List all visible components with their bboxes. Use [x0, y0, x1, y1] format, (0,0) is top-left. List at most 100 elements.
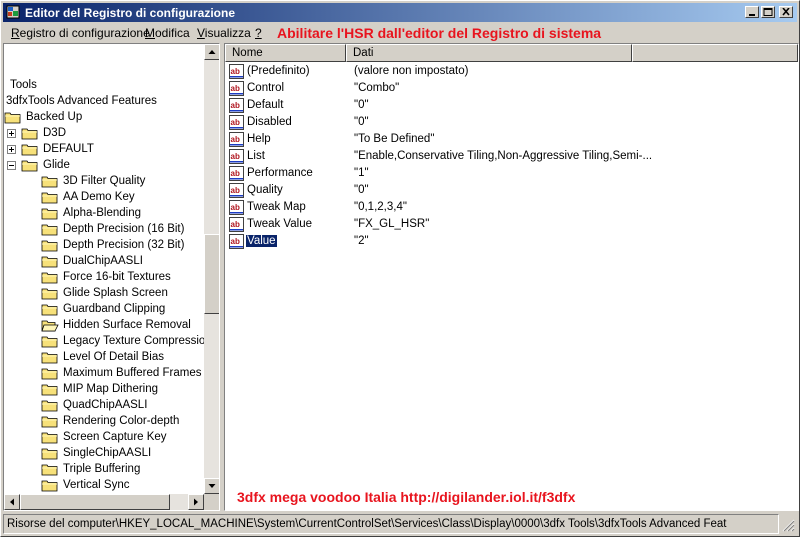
tree-hscroll-thumb[interactable]	[20, 494, 170, 510]
tree-item-label: Alpha-Blending	[63, 207, 142, 219]
folder-icon	[41, 400, 58, 412]
tree-item-label: DualChipAASLI	[63, 255, 143, 267]
value-row[interactable]: ab (Predefinito) (valore non impostato)	[225, 63, 798, 80]
folder-open-icon	[41, 320, 59, 332]
arrow-right-icon	[194, 498, 198, 506]
annotation-footer: 3dfx mega voodoo Italia http://digilande…	[237, 489, 576, 505]
value-name: Default	[247, 99, 284, 111]
string-value-icon: ab	[229, 200, 244, 215]
folder-icon	[41, 224, 58, 236]
close-button[interactable]	[779, 6, 793, 18]
menu-help[interactable]: ?	[255, 26, 262, 40]
folder-icon	[41, 384, 58, 396]
annotation-title: Abilitare l'HSR dall'editor del Registro…	[277, 25, 602, 41]
menu-registro[interactable]: Registro di configurazione	[11, 26, 150, 40]
value-data: "FX_GL_HSR"	[354, 218, 430, 230]
value-name: Help	[247, 133, 271, 145]
folder-icon	[41, 240, 58, 252]
value-row[interactable]: ab Tweak Map "0,1,2,3,4"	[225, 199, 798, 216]
svg-text:ab: ab	[231, 67, 240, 76]
key-tree-pane[interactable]: Tools 3dfxTools Advanced Features Backed U…	[3, 43, 220, 511]
values-list-pane[interactable]: Nome Dati ab (Predefinito) (valore non imp…	[224, 43, 799, 511]
value-name: Control	[247, 82, 285, 94]
tree-scroll-thumb[interactable]	[204, 234, 219, 314]
string-value-icon: ab	[229, 132, 244, 147]
folder-icon	[21, 160, 38, 172]
tree-item-label: Backed Up	[26, 111, 83, 123]
value-row[interactable]: ab Disabled "0"	[225, 114, 798, 131]
string-value-icon: ab	[229, 166, 244, 181]
value-row[interactable]: ab Value "2"	[225, 233, 798, 250]
svg-text:ab: ab	[231, 101, 240, 110]
tree-item-label: Glide Splash Screen	[63, 287, 168, 299]
tree-item-label: D3D	[43, 127, 67, 139]
value-row[interactable]: ab List "Enable,Conservative Tiling,Non-Ag…	[225, 148, 798, 165]
value-name: Disabled	[247, 116, 292, 128]
tree-item-label: MIP Map Dithering	[63, 383, 159, 395]
folder-icon	[41, 304, 58, 316]
scrollbar-corner	[204, 494, 219, 510]
value-data: "1"	[354, 167, 369, 179]
value-row[interactable]: ab Default "0"	[225, 97, 798, 114]
scroll-up-button[interactable]	[204, 44, 219, 60]
value-data: "Enable,Conservative Tiling,Non-Aggressi…	[354, 150, 653, 162]
tree-item-label: Screen Capture Key	[63, 431, 167, 443]
svg-text:ab: ab	[231, 152, 240, 161]
tree-item-label: Hidden Surface Removal	[63, 319, 191, 331]
arrow-left-icon	[10, 498, 14, 506]
column-header-nome[interactable]: Nome	[225, 44, 346, 62]
tree-item-label: Legacy Texture Compression	[63, 335, 212, 347]
tree-item-label: Depth Precision (32 Bit)	[63, 239, 185, 251]
folder-icon	[41, 272, 58, 284]
value-row[interactable]: ab Quality "0"	[225, 182, 798, 199]
tree-item-label: Force 16-bit Textures	[63, 271, 171, 283]
expand-icon[interactable]	[7, 145, 16, 154]
folder-icon	[41, 480, 58, 492]
tree-item-label: Triple Buffering	[63, 463, 141, 475]
registry-editor-window: Editor del Registro di configurazione Re…	[0, 0, 800, 537]
tree-item-label: QuadChipAASLI	[63, 399, 148, 411]
tree-item-label: Depth Precision (16 Bit)	[63, 223, 185, 235]
menu-visualizza[interactable]: Visualizza	[197, 26, 251, 40]
value-name: List	[247, 150, 265, 162]
value-row[interactable]: ab Help "To Be Defined"	[225, 131, 798, 148]
title-bar[interactable]: Editor del Registro di configurazione	[3, 3, 797, 22]
close-icon	[782, 8, 790, 16]
expand-icon[interactable]	[7, 129, 16, 138]
scroll-down-button[interactable]	[204, 478, 219, 494]
value-name: Performance	[247, 167, 313, 179]
value-row[interactable]: ab Control "Combo"	[225, 80, 798, 97]
menu-modifica[interactable]: Modifica	[145, 26, 190, 40]
tree-horizontal-scrollbar[interactable]	[4, 494, 204, 510]
arrow-up-icon	[208, 50, 216, 54]
string-value-icon: ab	[229, 149, 244, 164]
folder-icon	[41, 432, 58, 444]
value-data: (valore non impostato)	[354, 65, 469, 77]
value-data: "0"	[354, 99, 369, 111]
value-name: Value	[245, 234, 278, 248]
minimize-button[interactable]	[745, 6, 759, 18]
scroll-left-button[interactable]	[4, 494, 20, 510]
value-row[interactable]: ab Performance "1"	[225, 165, 798, 182]
folder-icon	[41, 256, 58, 268]
folder-icon	[41, 368, 58, 380]
value-row[interactable]: ab Tweak Value "FX_GL_HSR"	[225, 216, 798, 233]
maximize-icon	[763, 8, 773, 16]
tree-vertical-scrollbar[interactable]	[204, 44, 219, 494]
tree-item-label: SingleChipAASLI	[63, 447, 152, 459]
scroll-right-button[interactable]	[188, 494, 204, 510]
value-data: "To Be Defined"	[354, 133, 435, 145]
collapse-icon[interactable]	[7, 161, 16, 170]
svg-text:ab: ab	[231, 186, 240, 195]
folder-icon	[41, 448, 58, 460]
value-data: "0"	[354, 184, 369, 196]
tree-item-label: 3dfxTools Advanced Features	[6, 95, 157, 107]
column-header-dati[interactable]: Dati	[346, 44, 632, 62]
resize-grip-icon[interactable]	[781, 518, 795, 532]
string-value-icon: ab	[229, 183, 244, 198]
string-value-icon: ab	[229, 115, 244, 130]
maximize-button[interactable]	[761, 6, 775, 18]
folder-icon	[41, 416, 58, 428]
svg-text:ab: ab	[231, 84, 240, 93]
status-bar: Risorse del computer\HKEY_LOCAL_MACHINE\…	[3, 514, 779, 534]
